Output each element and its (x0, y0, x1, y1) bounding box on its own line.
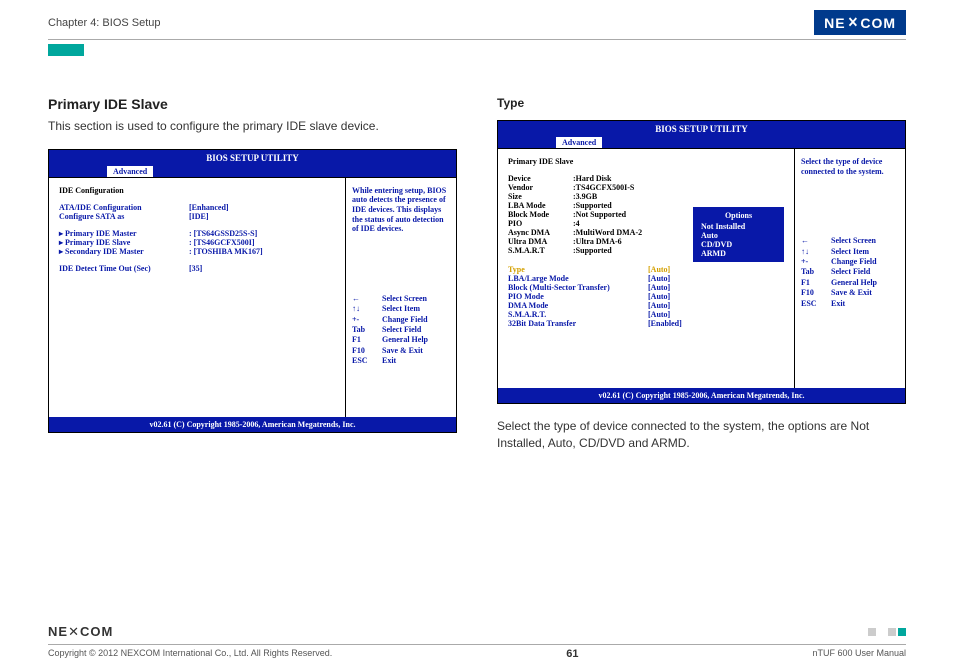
footer-logo: NE✕COM (48, 624, 113, 640)
device-row: Size:3.9GB (508, 192, 784, 201)
setting-row[interactable]: PIO Mode[Auto] (508, 292, 784, 301)
bios-help-text: Select the type of device connected to t… (801, 157, 899, 176)
bios-row[interactable]: Configure SATA as[IDE] (59, 212, 335, 221)
popup-option[interactable]: CD/DVD (701, 240, 776, 249)
device-row: Vendor:TS4GCFX500I-S (508, 183, 784, 192)
nav-key: ←Select Screen (801, 236, 899, 246)
bios-row[interactable]: ▸ Primary IDE Slave: [TS46GCFX500I] (59, 238, 335, 247)
subsection-desc: Select the type of device connected to t… (497, 418, 906, 452)
section-desc: This section is used to configure the pr… (48, 118, 457, 135)
bios-copyright: v02.61 (C) Copyright 1985-2006, American… (498, 388, 905, 403)
nav-key: ←Select Screen (352, 294, 450, 304)
footer-copyright: Copyright © 2012 NEXCOM International Co… (48, 648, 332, 660)
bios-row[interactable]: IDE Detect Time Out (Sec)[35] (59, 264, 335, 273)
nav-key: F10Save & Exit (352, 346, 450, 356)
footer-squares-icon (868, 628, 906, 636)
popup-option[interactable]: ARMD (701, 249, 776, 258)
subsection-title: Type (497, 96, 906, 110)
popup-title: Options (701, 211, 776, 220)
nav-key: +-Change Field (352, 315, 450, 325)
setting-row[interactable]: Block (Multi-Sector Transfer)[Auto] (508, 283, 784, 292)
chapter-title: Chapter 4: BIOS Setup (48, 17, 161, 29)
bios-screenshot-left: BIOS SETUP UTILITY Advanced IDE Configur… (48, 149, 457, 433)
bios-heading: Primary IDE Slave (508, 157, 784, 166)
setting-row[interactable]: LBA/Large Mode[Auto] (508, 274, 784, 283)
bios-screenshot-right: BIOS SETUP UTILITY Advanced Primary IDE … (497, 120, 906, 404)
page-number: 61 (566, 648, 578, 660)
bios-row[interactable]: ▸ Primary IDE Master: [TS64GSSD25S-S] (59, 229, 335, 238)
bios-heading: IDE Configuration (59, 186, 335, 195)
options-popup[interactable]: Options Not InstalledAutoCD/DVDARMD (691, 205, 786, 264)
bios-help-text: While entering setup, BIOS auto detects … (352, 186, 450, 234)
nav-key: F1General Help (352, 335, 450, 345)
nav-key: F1General Help (801, 278, 899, 288)
manual-name: nTUF 600 User Manual (812, 648, 906, 660)
bios-tab-advanced[interactable]: Advanced (556, 137, 602, 148)
bios-row[interactable]: ▸ Secondary IDE Master: [TOSHIBA MK167] (59, 247, 335, 256)
nav-key: ESCExit (801, 299, 899, 309)
device-row: Device:Hard Disk (508, 174, 784, 183)
bios-row[interactable]: ATA/IDE Configuration[Enhanced] (59, 203, 335, 212)
nav-key: +-Change Field (801, 257, 899, 267)
nav-key: ↑↓Select Item (801, 247, 899, 257)
bios-tab-advanced[interactable]: Advanced (107, 166, 153, 177)
bios-copyright: v02.61 (C) Copyright 1985-2006, American… (49, 417, 456, 432)
nav-key: TabSelect Field (352, 325, 450, 335)
setting-row[interactable]: 32Bit Data Transfer[Enabled] (508, 319, 784, 328)
nav-key: ↑↓Select Item (352, 304, 450, 314)
setting-row[interactable]: Type[Auto] (508, 265, 784, 274)
nav-key: F10Save & Exit (801, 288, 899, 298)
section-title: Primary IDE Slave (48, 96, 457, 112)
setting-row[interactable]: DMA Mode[Auto] (508, 301, 784, 310)
setting-row[interactable]: S.M.A.R.T.[Auto] (508, 310, 784, 319)
nav-key: ESCExit (352, 356, 450, 366)
brand-logo: NE✕COM (814, 10, 906, 35)
popup-option[interactable]: Auto (701, 231, 776, 240)
tab-marker (48, 44, 84, 56)
bios-title: BIOS SETUP UTILITY (49, 150, 456, 166)
nav-key: TabSelect Field (801, 267, 899, 277)
bios-title: BIOS SETUP UTILITY (498, 121, 905, 137)
popup-option[interactable]: Not Installed (701, 222, 776, 231)
